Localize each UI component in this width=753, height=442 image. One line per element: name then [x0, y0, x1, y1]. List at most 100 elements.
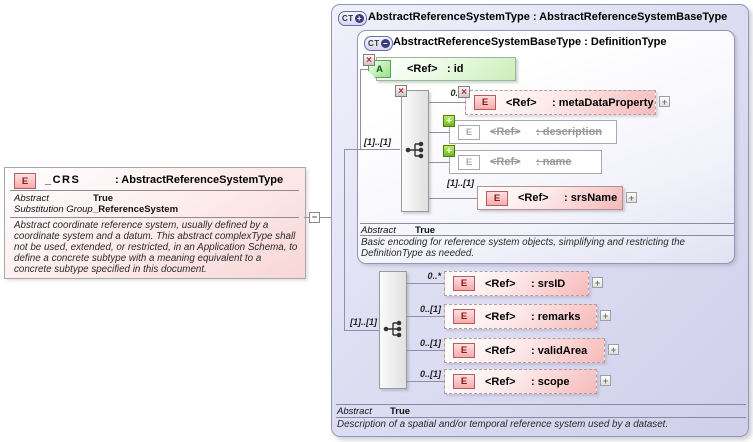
- expand-button[interactable]: +: [659, 96, 670, 107]
- member-name: : name: [536, 156, 572, 168]
- fact-value-substitution-group: _ReferenceSystem: [93, 204, 179, 215]
- ref-label: <Ref>: [485, 375, 516, 388]
- element-box-validarea[interactable]: E <Ref> : validArea: [444, 338, 605, 363]
- element-type: : AbstractReferenceSystemType: [115, 174, 284, 186]
- complextype-icon-label: CT: [368, 39, 380, 48]
- divider: [336, 404, 746, 405]
- element-icon: E: [458, 124, 480, 140]
- outer-type-box: CT + AbstractReferenceSystemType : Abstr…: [331, 4, 749, 437]
- divider: [10, 190, 299, 191]
- element-box-metadataproperty[interactable]: E <Ref> : metaDataProperty: [465, 90, 656, 115]
- outer-type-title: AbstractReferenceSystemType : AbstractRe…: [368, 11, 728, 23]
- expand-button[interactable]: +: [608, 344, 619, 355]
- connector-line: [407, 350, 444, 351]
- member-name: : description: [536, 126, 603, 138]
- cardinality-label: [1]..[1]: [350, 317, 377, 327]
- removed-badge-icon: ×: [458, 86, 470, 98]
- element-icon: E: [14, 173, 36, 189]
- element-box-name[interactable]: E <Ref> : name: [449, 150, 602, 174]
- divider: [336, 417, 746, 418]
- expand-button[interactable]: +: [626, 192, 637, 203]
- connector-line: [344, 149, 345, 330]
- connector-line: [429, 198, 477, 199]
- ref-label: <Ref>: [485, 277, 516, 290]
- complextype-plus-icon: CT +: [338, 11, 367, 26]
- expand-button[interactable]: +: [592, 277, 603, 288]
- cardinality-label: 0..[1]: [419, 338, 441, 348]
- element-box-description[interactable]: E <Ref> : description: [449, 120, 617, 144]
- added-badge-icon: +: [443, 115, 455, 127]
- removed-badge-icon: ×: [395, 85, 407, 97]
- connector-line: [429, 102, 465, 103]
- element-icon: E: [453, 309, 475, 324]
- divider: [360, 223, 734, 224]
- ref-label: <Ref>: [490, 156, 521, 168]
- ref-label: <Ref>: [518, 192, 549, 204]
- removed-badge-icon: ×: [363, 54, 375, 66]
- complextype-icon-label: CT: [342, 14, 354, 23]
- connector-line: [429, 132, 449, 133]
- element-icon: E: [453, 343, 475, 358]
- cardinality-label: 0..*: [427, 271, 441, 281]
- attribute-name: : id: [447, 63, 464, 75]
- sequence-compositor[interactable]: [401, 90, 429, 212]
- ref-label: <Ref>: [485, 344, 516, 357]
- attribute-box-id[interactable]: <Ref> : id: [376, 57, 516, 81]
- sequence-compositor[interactable]: [379, 271, 407, 389]
- inner-type-description: Basic encoding for reference system obje…: [361, 237, 685, 259]
- minus-circle-icon: −: [380, 39, 390, 48]
- sequence-icon: [405, 141, 424, 159]
- connector-line: [407, 381, 444, 382]
- expand-button[interactable]: +: [600, 375, 611, 386]
- cardinality-label: [1]..[1]: [447, 178, 474, 188]
- connector-line: [407, 316, 444, 317]
- element-name: _CRS: [45, 174, 81, 186]
- element-icon: E: [453, 276, 475, 291]
- connector-line: [344, 330, 379, 331]
- element-box-srsid[interactable]: E <Ref> : srsID: [444, 271, 589, 296]
- member-name: : validArea: [531, 344, 588, 357]
- connector-line: [344, 149, 400, 150]
- member-name: : srsName: [564, 192, 618, 204]
- schema-diagram: E _CRS : AbstractReferenceSystemType Abs…: [0, 0, 753, 442]
- abstract-label: Abstract: [337, 406, 372, 417]
- member-name: : scope: [531, 375, 570, 388]
- connector-line: [429, 162, 449, 163]
- divider: [10, 217, 299, 218]
- member-name: : metaDataProperty: [552, 96, 654, 109]
- element-box-scope[interactable]: E <Ref> : scope: [444, 369, 597, 394]
- element-box-remarks[interactable]: E <Ref> : remarks: [444, 304, 597, 329]
- inner-type-box: CT − AbstractReferenceSystemBaseType : D…: [357, 30, 735, 264]
- left-element-box[interactable]: E _CRS : AbstractReferenceSystemType Abs…: [4, 167, 306, 279]
- ref-label: <Ref>: [506, 96, 537, 109]
- sequence-icon: [383, 320, 402, 338]
- expand-button[interactable]: +: [600, 310, 611, 321]
- element-description: Abstract coordinate reference system, us…: [14, 220, 298, 275]
- plus-circle-icon: +: [354, 14, 364, 23]
- ref-label: <Ref>: [407, 63, 438, 75]
- abstract-value: True: [390, 406, 411, 417]
- connector-line: [360, 69, 361, 150]
- element-icon: E: [458, 154, 480, 170]
- collapse-toggle[interactable]: −: [309, 212, 320, 223]
- ref-label: <Ref>: [485, 310, 516, 323]
- connector-line: [407, 283, 444, 284]
- element-icon: E: [453, 374, 475, 389]
- cardinality-label: [1]..[1]: [364, 137, 391, 147]
- fact-label-substitution-group: Substitution Group: [14, 204, 93, 215]
- element-box-srsname[interactable]: E <Ref> : srsName: [477, 186, 623, 210]
- cardinality-label: 0..[1]: [419, 304, 441, 314]
- element-icon: E: [474, 95, 496, 110]
- inner-type-title: AbstractReferenceSystemBaseType : Defini…: [393, 36, 667, 48]
- outer-type-description: Description of a spatial and/or temporal…: [337, 419, 669, 430]
- member-name: : srsID: [531, 277, 566, 290]
- added-badge-icon: +: [443, 145, 455, 157]
- complextype-minus-icon: CT −: [364, 36, 393, 51]
- cardinality-label: 0..[1]: [419, 369, 441, 379]
- element-icon: E: [486, 190, 508, 206]
- ref-label: <Ref>: [490, 126, 521, 138]
- fact-value-abstract: True: [93, 193, 114, 204]
- divider: [360, 235, 734, 236]
- fact-label-abstract: Abstract: [14, 193, 49, 204]
- member-name: : remarks: [531, 310, 581, 323]
